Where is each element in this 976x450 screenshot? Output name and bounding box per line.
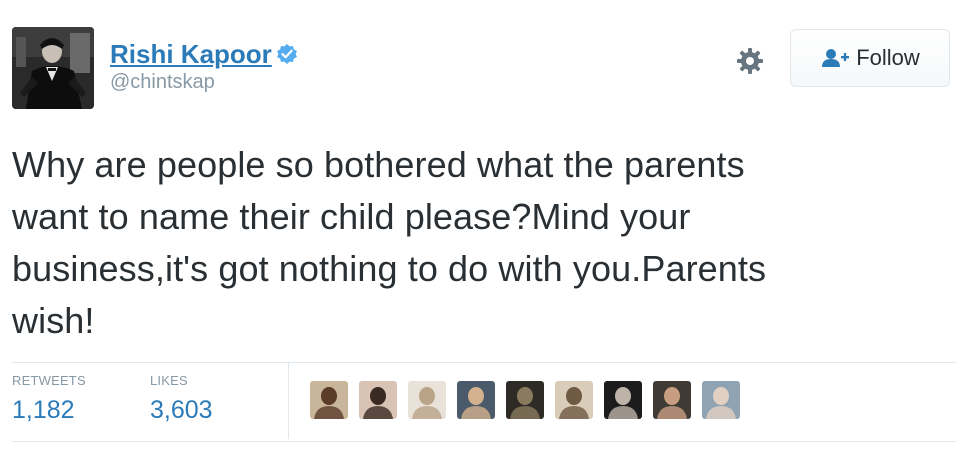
liker-photo-icon	[604, 381, 642, 419]
liker-avatar[interactable]	[359, 381, 397, 419]
liker-avatar[interactable]	[604, 381, 642, 419]
likes-count: 3,603	[150, 396, 213, 424]
liker-avatar[interactable]	[653, 381, 691, 419]
retweets-stat[interactable]: RETWEETS 1,182	[12, 373, 86, 425]
liker-avatar[interactable]	[408, 381, 446, 419]
tweet-line: Why are people so bothered what the pare…	[12, 144, 745, 185]
liker-avatars	[310, 381, 751, 419]
profile-photo-icon	[12, 27, 94, 109]
user-info: Rishi Kapoor @chintskap	[110, 39, 298, 94]
likes-stat[interactable]: LIKES 3,603	[150, 373, 213, 425]
likes-label: LIKES	[150, 373, 188, 388]
stats-separator	[288, 363, 289, 439]
liker-avatar[interactable]	[506, 381, 544, 419]
follow-button[interactable]: Follow	[790, 29, 950, 87]
liker-photo-icon	[506, 381, 544, 419]
follow-label: Follow	[856, 45, 920, 70]
tweet-line: want to name their child please?Mind you…	[12, 196, 691, 237]
liker-photo-icon	[653, 381, 691, 419]
divider-bottom	[12, 441, 956, 442]
liker-photo-icon	[310, 381, 348, 419]
tweet-header: Rishi Kapoor @chintskap Follow	[12, 27, 964, 111]
tweet-line: business,it's got nothing to do with you…	[12, 248, 767, 289]
tweet-text: Why are people so bothered what the pare…	[12, 139, 962, 347]
liker-photo-icon	[702, 381, 740, 419]
liker-photo-icon	[408, 381, 446, 419]
liker-photo-icon	[359, 381, 397, 419]
retweets-label: RETWEETS	[12, 373, 86, 388]
tweet-line: wish!	[12, 300, 95, 341]
gear-icon[interactable]	[734, 45, 766, 77]
user-avatar[interactable]	[12, 27, 94, 109]
liker-avatar[interactable]	[555, 381, 593, 419]
display-name-link[interactable]: Rishi Kapoor	[110, 39, 272, 69]
verified-badge-icon	[276, 43, 298, 65]
user-handle[interactable]: @chintskap	[110, 70, 298, 94]
liker-avatar[interactable]	[702, 381, 740, 419]
add-user-icon	[820, 48, 850, 68]
tweet-stats: RETWEETS 1,182 LIKES 3,603	[12, 363, 956, 441]
liker-photo-icon	[457, 381, 495, 419]
retweets-count: 1,182	[12, 396, 75, 424]
name-row: Rishi Kapoor	[110, 39, 298, 69]
liker-avatar[interactable]	[457, 381, 495, 419]
liker-avatar[interactable]	[310, 381, 348, 419]
liker-photo-icon	[555, 381, 593, 419]
